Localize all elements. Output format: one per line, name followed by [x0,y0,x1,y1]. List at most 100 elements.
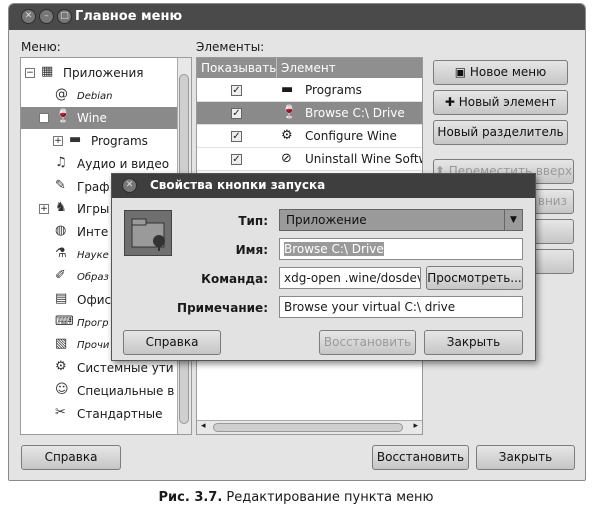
close-window-icon[interactable]: ✕ [21,9,36,24]
tree-item[interactable]: ☺ Специальные в [21,380,191,402]
browse-button[interactable]: Просмотреть... [426,266,523,290]
scroll-left-arrow-icon[interactable]: ◂ [201,421,206,431]
name-label: Имя: [235,243,268,257]
type-select[interactable]: Приложение ▼ [279,209,523,231]
wine-glass-icon: 🍷 [281,105,298,120]
tree-item-label: Прочи [77,340,110,352]
new-menu-icon: ▣ [454,65,470,79]
type-label: Тип: [238,214,268,228]
show-checkbox[interactable]: ✓ [231,131,242,142]
programming-icon: ⌨ [55,313,74,329]
command-field[interactable]: xdg-open .wine/dosdev [279,267,421,289]
education-icon: ✐ [55,268,66,284]
dialog-close-icon[interactable]: ✕ [122,178,137,193]
games-icon: ♞ [55,200,67,216]
graphics-icon: ✎ [55,177,66,193]
table-row[interactable]: ✓ ⚙ Configure Wine [197,125,422,148]
name-field[interactable]: Browse C:\ Drive [279,238,523,260]
dialog-restore-button[interactable]: Восстановить [319,330,416,355]
table-row-label: Configure Wine [305,129,397,143]
new-item-button[interactable]: ✚ Новый элемент [433,90,568,115]
table-row-label: Uninstall Wine Softw [305,152,423,166]
launcher-properties-dialog: ✕ Свойства кнопки запуска Тип: Приложени… [111,173,536,361]
dialog-help-button[interactable]: Справка [123,330,221,355]
column-show-header[interactable]: Показывать [197,58,277,78]
chevron-down-icon[interactable]: ▼ [504,210,522,230]
science-icon: ⚗ [55,245,67,261]
tree-item[interactable]: @ Debian [21,85,191,107]
comment-label: Примечание: [177,301,268,315]
show-checkbox[interactable]: ✓ [231,154,242,165]
tree-item-label: Стандартные [77,406,163,421]
table-hscroll-thumb[interactable] [213,423,403,432]
tree-item[interactable]: − ▦ Приложения [21,62,191,84]
tree-item-label: Системные ути [77,361,174,376]
tree-item[interactable]: ✂ Стандартные [21,403,191,425]
tree-item-label: Programs [91,134,148,149]
internet-icon: ◍ [55,222,67,238]
column-item-header[interactable]: Элемент [277,58,422,78]
figure-caption-text: Редактирование пункта меню [222,490,434,505]
debian-swirl-icon: @ [55,86,68,102]
wine-icon: 🍷 [55,109,72,125]
command-label: Команда: [201,272,268,286]
uninstall-icon: ⊘ [281,151,292,166]
new-item-icon: ✚ [444,95,459,109]
accessibility-icon: ☺ [55,381,69,397]
table-row-label: Browse C:\ Drive [305,106,405,120]
expand-icon[interactable]: + [39,204,49,215]
main-window-titlebar: ✕ – □ Главное меню [9,4,585,30]
folder-icon: ▬ [281,82,294,97]
table-row[interactable]: ✓ ⊘ Uninstall Wine Softw [197,148,422,171]
minimize-window-icon[interactable]: – [39,9,54,24]
figure-number: Рис. 3.7. [158,490,223,505]
tree-item-label: Инте [77,224,109,239]
tree-item-label: Офис [77,293,112,307]
accessories-icon: ✂ [55,404,66,420]
tree-item[interactable]: − 🍷 Wine [21,107,191,130]
office-icon: ▤ [55,291,68,306]
new-menu-button[interactable]: ▣ Новое меню [433,60,568,85]
show-checkbox[interactable]: ✓ [231,85,242,96]
collapse-icon[interactable]: − [39,113,49,124]
tree-item-label: Игры [77,202,110,217]
tree-item-label: Граф [77,179,110,194]
other-icon: ▧ [55,336,68,352]
comment-field[interactable]: Browse your virtual C:\ drive [279,296,523,318]
scroll-right-arrow-icon[interactable]: ▸ [413,421,418,431]
maximize-window-icon[interactable]: □ [57,9,72,24]
expand-icon[interactable]: + [53,136,63,147]
tree-item-label: Специальные в [77,383,175,398]
table-row[interactable]: ✓ 🍷 Browse C:\ Drive [197,102,422,125]
multimedia-icon: ♫ [55,154,67,170]
tree-item-label: Wine [77,111,107,126]
restore-button[interactable]: Восстановить [372,445,469,470]
dialog-title: Свойства кнопки запуска [150,178,326,192]
items-label: Элементы: [196,40,265,54]
tree-item-label: Приложения [63,66,144,80]
tree-item-label: Аудио и видео [77,156,170,171]
table-row[interactable]: ✓ ▬ Programs [197,79,422,102]
tree-item-label: Debian [77,90,113,102]
table-hscrollbar[interactable]: ◂ ▸ [197,420,422,434]
dialog-titlebar: ✕ Свойства кнопки запуска [112,174,535,198]
table-row-label: Programs [305,83,362,97]
close-button[interactable]: Закрыть [476,445,575,470]
collapse-icon[interactable]: − [25,68,35,78]
folder-icon: ▬ [69,132,82,148]
figure-caption: Рис. 3.7. Редактирование пункта меню [0,490,592,505]
dialog-close-button[interactable]: Закрыть [424,330,523,355]
system-tools-icon: ⚙ [55,359,67,375]
help-button[interactable]: Справка [21,445,121,470]
applications-icon: ▦ [41,64,54,79]
show-checkbox[interactable]: ✓ [231,108,242,119]
tree-item-label: Прогр [77,317,109,329]
tree-item-label: Образ [77,272,109,284]
new-separator-button[interactable]: Новый разделитель [433,120,568,145]
tree-item-label: Науке [77,249,109,261]
tree-item[interactable]: ♫ Аудио и видео [21,153,191,175]
configure-wine-icon: ⚙ [281,128,293,143]
menu-label: Меню: [21,40,61,54]
window-title: Главное меню [75,9,183,24]
tree-item[interactable]: + ▬ Programs [21,130,191,152]
